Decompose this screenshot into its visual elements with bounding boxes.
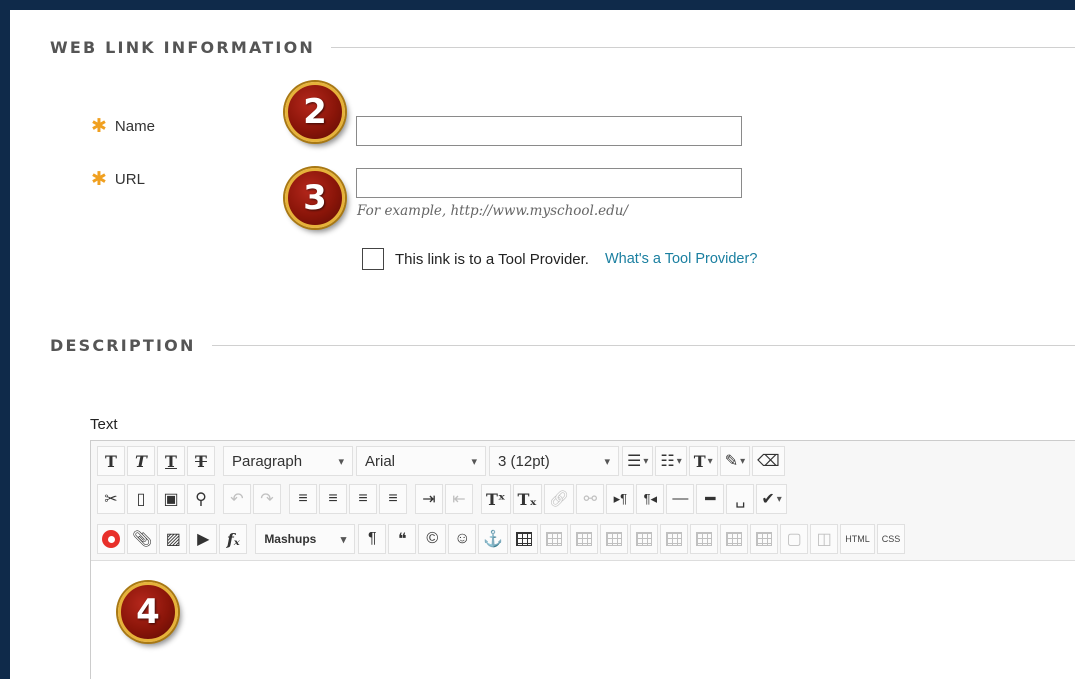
step-badge-2: 2 — [285, 82, 345, 142]
indent-icon[interactable]: ⇥ — [415, 484, 443, 514]
text-color-icon[interactable]: T ▾ — [688, 446, 718, 476]
tool-provider-label: This link is to a Tool Provider. — [395, 250, 589, 268]
section-title: DESCRIPTION — [50, 336, 196, 355]
web-link-info-header: WEB LINK INFORMATION — [50, 38, 1075, 57]
find-icon[interactable]: ⚲ — [187, 484, 215, 514]
align-left-icon[interactable]: ≡ — [289, 484, 317, 514]
bullet-list-icon[interactable]: ☰ ▾ — [622, 446, 654, 476]
required-icon: ✱ — [91, 169, 107, 190]
name-label-text: Name — [114, 118, 155, 135]
tool-provider-checkbox[interactable] — [362, 248, 384, 270]
spellcheck-icon[interactable]: ✔ ▾ — [756, 484, 787, 514]
superscript-icon[interactable]: Tˣ — [481, 484, 511, 514]
section-divider — [330, 47, 1075, 48]
cut-icon[interactable]: ✂ — [97, 484, 125, 514]
underline-icon[interactable]: T — [157, 446, 185, 476]
mashups-select[interactable]: Mashups ▾ — [255, 524, 356, 554]
table-cell-icon[interactable] — [570, 524, 599, 554]
undo-icon[interactable]: ↶ — [223, 484, 251, 514]
chevron-down-icon: ▾ — [604, 455, 610, 468]
horizontal-rule-icon[interactable]: — — [666, 484, 695, 514]
align-justify-icon[interactable]: ≡ — [379, 484, 407, 514]
insert-col-before-icon[interactable] — [720, 524, 749, 554]
font-select[interactable]: Arial ▾ — [356, 446, 486, 476]
insert-row-after-icon[interactable] — [660, 524, 689, 554]
split-cells-icon[interactable]: ◫ — [810, 524, 839, 554]
mashups-label: Mashups — [264, 532, 317, 546]
eraser-icon[interactable]: ⌫ — [752, 446, 785, 476]
math-formula-icon[interactable]: fₓ — [219, 524, 248, 554]
youtube-icon[interactable] — [97, 524, 125, 554]
editor-content-area[interactable] — [91, 562, 1075, 679]
align-center-icon[interactable]: ≡ — [319, 484, 347, 514]
copy-icon[interactable]: ▯ — [127, 484, 155, 514]
url-input[interactable] — [356, 168, 742, 198]
outdent-icon[interactable]: ⇤ — [445, 484, 473, 514]
insert-row-before-icon[interactable] — [630, 524, 659, 554]
size-select[interactable]: 3 (12pt) ▾ — [489, 446, 619, 476]
insert-col-after-icon[interactable] — [750, 524, 779, 554]
bold-icon[interactable]: T — [97, 446, 125, 476]
italic-icon[interactable]: T — [127, 446, 155, 476]
highlight-icon[interactable]: ✎ ▾ — [719, 446, 751, 476]
chevron-down-icon: ▾ — [340, 533, 347, 546]
chevron-down-icon: ▾ — [471, 455, 477, 468]
numbered-list-icon[interactable]: ☷ ▾ — [655, 446, 687, 476]
required-icon: ✱ — [91, 116, 107, 137]
delete-row-icon[interactable] — [690, 524, 719, 554]
paste-icon[interactable]: ▣ — [157, 484, 185, 514]
editor-toolbar: T T T T Paragraph ▾ Arial ▾ 3 (12pt) ▾ ☰ ▾ ☷… — [91, 441, 1075, 561]
table-props-icon[interactable] — [600, 524, 629, 554]
window-frame-top — [0, 0, 1075, 10]
url-label-text: URL — [114, 171, 145, 188]
section-title: WEB LINK INFORMATION — [50, 38, 315, 57]
table-row-icon[interactable] — [540, 524, 569, 554]
paragraph-select[interactable]: Paragraph ▾ — [223, 446, 353, 476]
url-hint: For example, http://www.myschool.edu/ — [357, 203, 629, 219]
thick-rule-icon[interactable]: ━ — [696, 484, 725, 514]
copyright-icon[interactable]: © — [418, 524, 447, 554]
tool-provider-row: This link is to a Tool Provider. What's … — [362, 248, 757, 270]
tool-provider-help-link[interactable]: What's a Tool Provider? — [605, 251, 757, 267]
redo-icon[interactable]: ↷ — [253, 484, 281, 514]
window-frame-left — [0, 0, 10, 679]
section-divider — [211, 345, 1075, 346]
step-badge-4: 4 — [118, 582, 178, 642]
emoticon-icon[interactable]: ☺ — [448, 524, 477, 554]
link-icon[interactable]: 🔗︎ — [544, 484, 575, 514]
unlink-icon[interactable]: ⚯ — [576, 484, 605, 514]
text-label: Text — [90, 416, 118, 433]
url-label: ✱ URL — [91, 170, 145, 189]
merge-cells-icon[interactable]: ▢ — [780, 524, 809, 554]
chevron-down-icon: ▾ — [338, 455, 344, 468]
attachment-icon[interactable]: 📎︎ — [127, 524, 158, 554]
description-header: DESCRIPTION — [50, 336, 1075, 355]
text-editor: T T T T Paragraph ▾ Arial ▾ 3 (12pt) ▾ ☰ ▾ ☷… — [90, 440, 1075, 679]
step-badge-3: 3 — [285, 168, 345, 228]
insert-media-icon[interactable]: ▶ — [189, 524, 218, 554]
name-label: ✱ Name — [91, 117, 155, 136]
paragraph-select-value: Paragraph — [232, 452, 303, 470]
anchor-icon[interactable]: ⚓ — [478, 524, 509, 554]
html-button[interactable]: HTML — [840, 524, 875, 554]
font-select-value: Arial — [365, 452, 396, 470]
insert-table-icon[interactable] — [510, 524, 539, 554]
toolbar-row-2: ✂ ▯ ▣ ⚲ ↶ ↷ ≡ ≡ ≡ ≡ ⇥ ⇤ Tˣ Tₓ 🔗︎ ⚯ ▸¶ ¶◂… — [97, 483, 789, 515]
size-select-value: 3 (12pt) — [498, 452, 550, 470]
toolbar-row-3: 📎︎ ▨ ▶ fₓ Mashups ▾ ¶ ❝ © ☺ ⚓ ▢ ◫ HTML C… — [97, 523, 907, 555]
blockquote-icon[interactable]: ❝ — [388, 524, 417, 554]
rtl-icon[interactable]: ¶◂ — [636, 484, 665, 514]
align-right-icon[interactable]: ≡ — [349, 484, 377, 514]
nonbreaking-space-icon[interactable]: ␣ — [726, 484, 755, 514]
paragraph-mark-icon[interactable]: ¶ — [358, 524, 387, 554]
css-button[interactable]: CSS — [876, 524, 906, 554]
ltr-icon[interactable]: ▸¶ — [606, 484, 635, 514]
strikethrough-icon[interactable]: T — [187, 446, 215, 476]
subscript-icon[interactable]: Tₓ — [512, 484, 543, 514]
name-input[interactable] — [356, 116, 742, 146]
insert-image-icon[interactable]: ▨ — [159, 524, 188, 554]
toolbar-row-1: T T T T Paragraph ▾ Arial ▾ 3 (12pt) ▾ ☰ ▾ ☷… — [97, 445, 787, 477]
